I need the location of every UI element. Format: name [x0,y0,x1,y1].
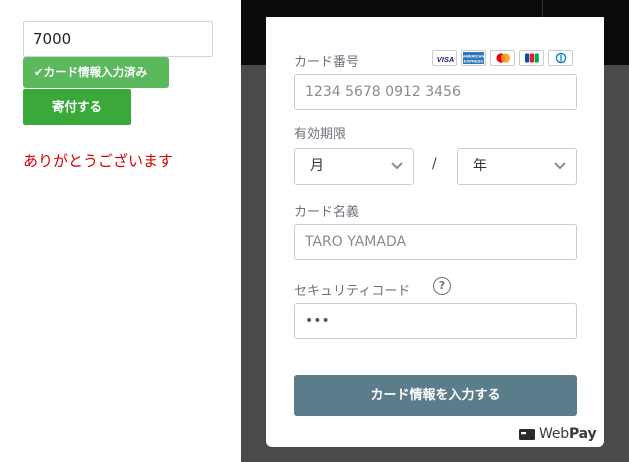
svg-text:VISA: VISA [437,55,455,64]
webpay-text-pay: Pay [568,426,597,442]
help-icon[interactable]: ? [433,277,451,295]
visa-icon: VISA [432,50,457,66]
donate-button[interactable]: 寄付する [23,89,131,125]
card-number-input[interactable]: 1234 5678 0912 3456 [294,74,577,110]
security-code-input[interactable]: ••• [294,303,577,339]
expiry-year-value: 年 [473,158,487,174]
cardholder-input[interactable]: TARO YAMADA [294,224,577,260]
cardholder-label: カード名義 [294,205,360,220]
chevron-down-icon [391,162,403,170]
webpay-mark-icon [519,429,535,440]
expiry-month-select[interactable]: 月 [294,148,414,185]
expiry-year-select[interactable]: 年 [457,148,577,185]
expiry-label: 有効期限 [294,127,347,142]
amex-icon: AMERICAN EXPRESS [461,50,486,66]
expiry-month-value: 月 [310,158,324,174]
diners-club-icon [548,50,573,66]
card-entered-badge: ✔カード情報入力済み [23,57,169,88]
donation-amount-input[interactable]: 7000 [23,21,213,57]
card-number-label: カード番号 [294,55,360,70]
svg-text:EXPRESS: EXPRESS [464,59,483,64]
thanks-message: ありがとうございます [23,152,174,170]
security-code-label: セキュリティコード [294,284,411,299]
payment-modal: カード番号 VISA AMERICAN EXPRESS 1234 5678 091… [266,17,604,447]
jcb-icon [519,50,544,66]
submit-card-button[interactable]: カード情報を入力する [294,375,577,416]
chevron-down-icon [554,162,566,170]
expiry-separator: / [432,156,437,172]
webpay-wordmark: WebPay [539,426,597,442]
webpay-text-web: Web [539,426,569,442]
mastercard-icon [490,50,515,66]
